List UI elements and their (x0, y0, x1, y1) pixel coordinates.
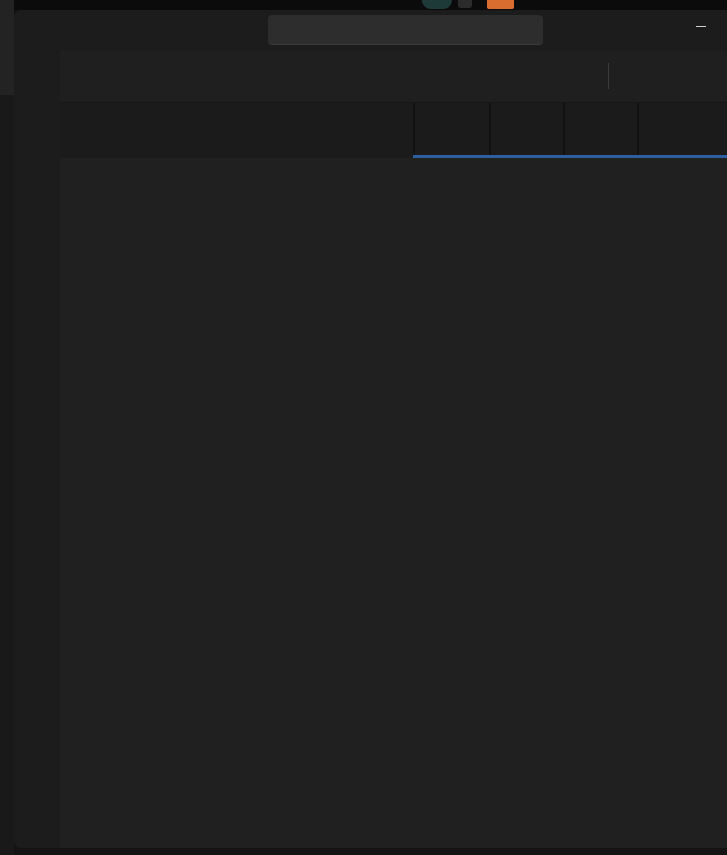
column-header-disk[interactable] (563, 103, 637, 158)
background-left-highlight (0, 0, 14, 95)
minimize-icon (696, 26, 706, 27)
process-rows (60, 158, 727, 848)
navigation-rail (14, 50, 60, 848)
sidebar-item-settings[interactable] (20, 796, 54, 826)
task-manager-window (14, 10, 727, 848)
background-window-fragment (458, 0, 472, 8)
minimize-button[interactable] (684, 14, 718, 38)
background-window-fragment (487, 0, 514, 9)
search-input[interactable] (289, 21, 543, 38)
column-header-name[interactable] (74, 103, 296, 158)
main-panel (60, 50, 727, 848)
column-header-cpu[interactable] (413, 103, 489, 158)
background-window-fragment (422, 0, 452, 9)
column-header-status[interactable] (296, 103, 413, 158)
run-new-task-button[interactable] (567, 58, 608, 94)
end-task-button[interactable] (609, 58, 727, 94)
column-header-memory[interactable] (489, 103, 563, 158)
column-header-network[interactable] (637, 103, 727, 158)
search-box[interactable] (268, 15, 543, 45)
page-header (60, 50, 727, 102)
screen (0, 0, 727, 855)
background-left-strip (0, 0, 14, 855)
titlebar (14, 10, 727, 50)
table-header (60, 102, 727, 158)
heatmap-header-underline (413, 155, 727, 158)
background-top-strip (0, 0, 727, 10)
